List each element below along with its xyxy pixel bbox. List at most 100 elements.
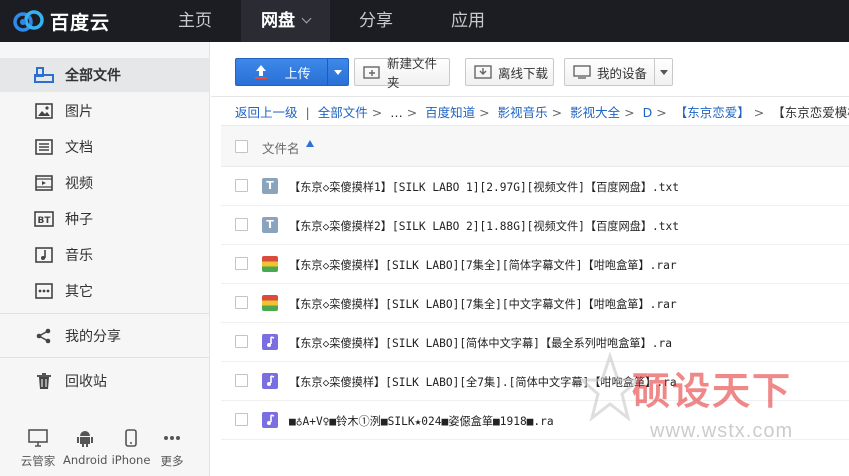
audio-file-icon xyxy=(262,412,278,428)
table-row[interactable]: ■♁A+V♀■铃木①洌■SILK★024■姿僫盒箪■1918■.ra xyxy=(221,401,849,440)
device-link-desktop[interactable]: 云管家 xyxy=(16,427,60,469)
sidebar-item-torrents[interactable]: BT 种子 xyxy=(0,202,209,236)
sidebar-item-my-shares[interactable]: 我的分享 xyxy=(0,319,209,353)
sidebar-item-label: 音乐 xyxy=(65,248,93,264)
sidebar: 全部文件 图片 文档 视频 BT 种子 音乐 其它 我的分享 回收站 云管家 A… xyxy=(0,42,210,476)
archive-file-icon xyxy=(262,295,278,311)
breadcrumb-item[interactable]: 【东京恋爱】 xyxy=(675,105,750,120)
my-devices-dropdown[interactable] xyxy=(654,59,672,85)
breadcrumb-separator: > xyxy=(624,105,635,120)
breadcrumb-item[interactable]: … xyxy=(390,105,403,120)
sort-ascending-icon[interactable] xyxy=(306,140,314,147)
table-row[interactable]: T 【东京◇栾傻摸样2】[SILK LABO 2][1.88G][视频文件]【百… xyxy=(221,206,849,245)
new-folder-button[interactable]: 新建文件夹 xyxy=(354,56,450,90)
offline-download-button[interactable]: 离线下载 xyxy=(465,58,554,86)
chevron-down-icon xyxy=(301,13,312,24)
breadcrumb-separator: > xyxy=(406,105,418,120)
sidebar-item-videos[interactable]: 视频 xyxy=(0,166,209,200)
breadcrumb-item[interactable]: D xyxy=(643,105,653,120)
sidebar-item-label: 我的分享 xyxy=(65,329,121,345)
upload-button-group: 上传 xyxy=(235,58,349,86)
upload-dropdown-button[interactable] xyxy=(327,59,348,85)
table-row[interactable]: 【东京◇栾傻摸样】[SILK LABO][7集全][中文字幕文件]【咁咆盒箪】.… xyxy=(221,284,849,323)
device-links: 云管家 Android iPhone 更多 xyxy=(0,427,209,475)
breadcrumb-item[interactable]: 影视音乐 xyxy=(498,105,548,120)
folder-icon xyxy=(34,65,54,85)
file-name[interactable]: 【东京◇栾傻摸样】[SILK LABO][简体中文字幕]【最全系列咁咆盒箪】.r… xyxy=(289,335,672,351)
row-checkbox[interactable] xyxy=(235,374,248,387)
upload-button[interactable]: 上传 xyxy=(236,59,327,85)
sidebar-item-label: 文档 xyxy=(65,140,93,156)
table-row[interactable]: T 【东京◇栾傻摸样1】[SILK LABO 1][2.97G][视频文件]【百… xyxy=(221,167,849,206)
row-checkbox[interactable] xyxy=(235,413,248,426)
baidu-cloud-logo-icon xyxy=(12,8,46,34)
file-name[interactable]: 【东京◇栾傻摸样】[SILK LABO][7集全][简体字幕文件]【咁咆盒箪】.… xyxy=(289,257,677,273)
share-icon xyxy=(34,326,54,346)
file-name[interactable]: ■♁A+V♀■铃木①洌■SILK★024■姿僫盒箪■1918■.ra xyxy=(289,413,554,429)
caret-down-icon xyxy=(334,69,343,75)
audio-file-icon xyxy=(262,334,278,350)
sidebar-divider xyxy=(0,313,209,314)
sidebar-item-label: 种子 xyxy=(65,212,93,228)
sidebar-item-documents[interactable]: 文档 xyxy=(0,130,209,164)
more-icon xyxy=(34,281,54,301)
sidebar-item-recycle-bin[interactable]: 回收站 xyxy=(0,364,209,398)
sidebar-item-label: 图片 xyxy=(65,104,93,120)
breadcrumb-item[interactable]: 全部文件 xyxy=(318,105,368,120)
table-row[interactable]: 【东京◇栾傻摸样】[SILK LABO][7集全][简体字幕文件]【咁咆盒箪】.… xyxy=(221,245,849,284)
nav-apps[interactable]: 应用 xyxy=(422,0,514,42)
breadcrumb-separator: > xyxy=(479,105,490,120)
file-name[interactable]: 【东京◇栾傻摸样】[SILK LABO][全7集].[简体中文字幕]【咁咆盒箪】… xyxy=(289,374,677,390)
breadcrumb-separator: > xyxy=(753,105,765,120)
table-row[interactable]: 【东京◇栾傻摸样】[SILK LABO][全7集].[简体中文字幕]【咁咆盒箪】… xyxy=(221,362,849,401)
device-link-android[interactable]: Android xyxy=(63,427,107,467)
sidebar-item-label: 全部文件 xyxy=(65,68,121,84)
my-devices-button[interactable]: 我的设备 xyxy=(564,58,673,86)
sidebar-item-label: 视频 xyxy=(65,176,93,192)
row-checkbox[interactable] xyxy=(235,257,248,270)
file-name[interactable]: 【东京◇栾傻摸样】[SILK LABO][7集全][中文字幕文件]【咁咆盒箪】.… xyxy=(289,296,677,312)
file-name[interactable]: 【东京◇栾傻摸样2】[SILK LABO 2][1.88G][视频文件]【百度网… xyxy=(289,218,679,234)
row-checkbox[interactable] xyxy=(235,335,248,348)
phone-icon xyxy=(109,427,153,449)
sidebar-item-images[interactable]: 图片 xyxy=(0,94,209,128)
column-header-filename[interactable]: 文件名 xyxy=(262,138,300,157)
row-checkbox[interactable] xyxy=(235,296,248,309)
upload-label: 上传 xyxy=(284,66,311,82)
sidebar-item-all-files[interactable]: 全部文件 xyxy=(0,58,209,92)
breadcrumb-current: 【东京恋爱模样】 xyxy=(772,105,849,120)
nav-share[interactable]: 分享 xyxy=(330,0,422,42)
breadcrumb-divider: | xyxy=(305,105,310,120)
device-icon xyxy=(573,64,591,80)
monitor-icon xyxy=(16,427,60,449)
row-checkbox[interactable] xyxy=(235,179,248,192)
table-row[interactable]: 【东京◇栾傻摸样】[SILK LABO][简体中文字幕]【最全系列咁咆盒箪】.r… xyxy=(221,323,849,362)
breadcrumb-back-link[interactable]: 返回上一级 xyxy=(235,105,298,120)
top-nav-bar: 百度云 主页 网盘 分享 应用 xyxy=(0,0,849,42)
video-icon xyxy=(34,173,54,193)
device-link-iphone[interactable]: iPhone xyxy=(109,427,153,467)
nav-netdisk[interactable]: 网盘 xyxy=(241,0,330,42)
breadcrumb-item[interactable]: 影视大全 xyxy=(570,105,620,120)
select-all-checkbox[interactable] xyxy=(235,140,248,153)
text-file-icon: T xyxy=(262,178,278,194)
caret-down-icon xyxy=(659,69,668,75)
row-checkbox[interactable] xyxy=(235,218,248,231)
nav-netdisk-label: 网盘 xyxy=(261,11,295,31)
device-label: 云管家 xyxy=(20,454,56,468)
sidebar-item-other[interactable]: 其它 xyxy=(0,274,209,308)
breadcrumb-separator: > xyxy=(551,105,563,120)
breadcrumb-item[interactable]: 百度知道 xyxy=(425,105,475,120)
file-name[interactable]: 【东京◇栾傻摸样1】[SILK LABO 1][2.97G][视频文件]【百度网… xyxy=(289,179,679,195)
file-list-header: 文件名 xyxy=(221,125,849,167)
nav-home[interactable]: 主页 xyxy=(150,0,240,42)
new-folder-icon xyxy=(363,64,381,80)
svg-text:BT: BT xyxy=(38,216,52,226)
audio-file-icon xyxy=(262,373,278,389)
device-link-more[interactable]: 更多 xyxy=(150,427,194,469)
android-icon xyxy=(63,427,107,449)
breadcrumb-separator: > xyxy=(371,105,383,120)
sidebar-item-music[interactable]: 音乐 xyxy=(0,238,209,272)
brand-logo[interactable]: 百度云 xyxy=(12,6,110,36)
breadcrumb-separator: > xyxy=(656,105,667,120)
